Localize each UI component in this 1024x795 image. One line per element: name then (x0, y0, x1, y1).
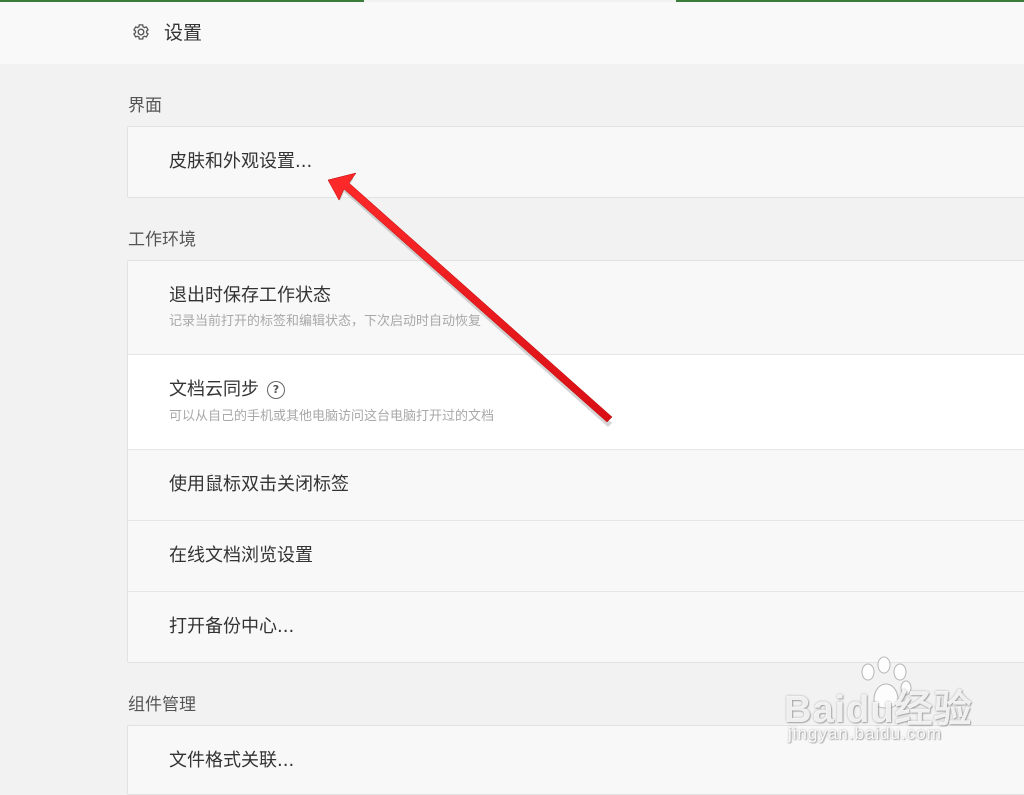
skin-appearance-item[interactable]: 皮肤和外观设置... (128, 127, 1024, 197)
doc-cloud-sync-item[interactable]: 文档云同步? 可以从自己的手机或其他电脑访问这台电脑打开过的文档 (128, 355, 1024, 450)
doc-cloud-sync-label: 文档云同步 (169, 379, 259, 400)
open-backup-center-item[interactable]: 打开备份中心... (128, 592, 1024, 662)
section-label-components: 组件管理 (128, 695, 196, 715)
file-format-association-item[interactable]: 文件格式关联... (128, 726, 1024, 794)
interface-card: 皮肤和外观设置... (127, 126, 1024, 198)
help-icon[interactable]: ? (267, 381, 285, 399)
doc-cloud-sync-label-wrap: 文档云同步? (169, 379, 285, 401)
file-format-association-label: 文件格式关联... (169, 750, 295, 771)
online-doc-browse-settings-item[interactable]: 在线文档浏览设置 (128, 521, 1024, 592)
skin-appearance-label: 皮肤和外观设置... (169, 151, 313, 172)
paw-logo-icon (861, 656, 912, 709)
online-doc-browse-settings-label: 在线文档浏览设置 (169, 545, 313, 566)
page-title: 设置 (164, 22, 203, 44)
double-click-close-tab-label: 使用鼠标双击关闭标签 (169, 474, 349, 495)
double-click-close-tab-item[interactable]: 使用鼠标双击关闭标签 (128, 450, 1024, 521)
section-label-workspace: 工作环境 (128, 230, 196, 250)
save-state-on-exit-label: 退出时保存工作状态 (169, 285, 331, 306)
doc-cloud-sync-description: 可以从自己的手机或其他电脑访问这台电脑打开过的文档 (169, 409, 495, 424)
save-state-on-exit-item[interactable]: 退出时保存工作状态 记录当前打开的标签和编辑状态，下次启动时自动恢复 (128, 261, 1024, 355)
open-backup-center-label: 打开备份中心... (169, 616, 295, 637)
components-card: 文件格式关联... (127, 725, 1024, 795)
gear-icon (133, 24, 149, 40)
workspace-card: 退出时保存工作状态 记录当前打开的标签和编辑状态，下次启动时自动恢复 文档云同步… (127, 260, 1024, 663)
settings-header: 设置 (0, 2, 1024, 64)
save-state-on-exit-description: 记录当前打开的标签和编辑状态，下次启动时自动恢复 (169, 314, 482, 329)
section-label-interface: 界面 (128, 96, 162, 116)
